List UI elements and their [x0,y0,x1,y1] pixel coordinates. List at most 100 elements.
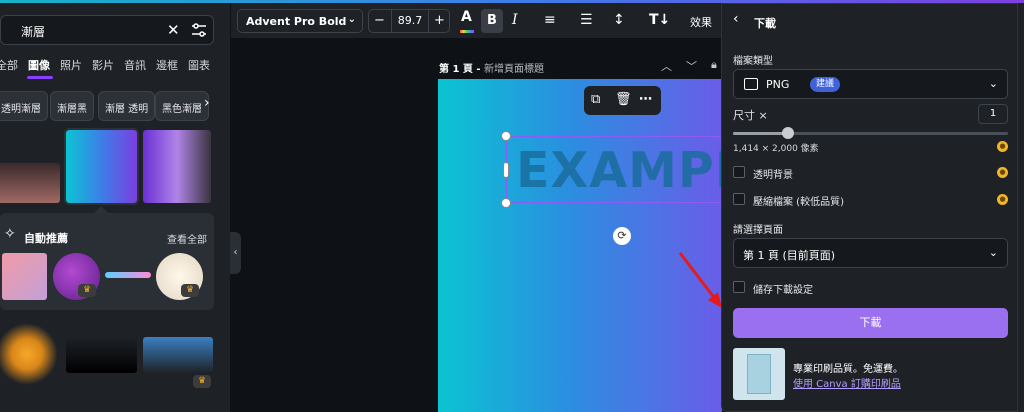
auto-recommend-section: ✧ 自動推薦 查看全部 ♛ ♛ [0,213,214,310]
trash-icon[interactable]: 🗑︎ [615,92,632,107]
chevron-down-icon: ⌄ [988,77,998,90]
page-number: 第 1 頁 - [439,64,485,75]
search-input[interactable]: 漸層 ✕ [0,15,214,45]
gradient-glow-thumbnail[interactable] [0,323,58,385]
text-size-icon[interactable]: T↓ [649,12,670,28]
download-panel: ‹ 下載 檔案類型 PNG 建議 ⌄ 尺寸 × 1 1,414 × 2,000 … [721,3,1018,412]
chevron-down-icon: ⌄ [988,246,998,259]
back-arrow-icon[interactable]: ‹ [733,11,739,27]
gradient-thumbnail-selected[interactable] [64,128,139,205]
section-title: 自動推薦 [24,232,68,245]
dimensions-text: 1,414 × 2,000 像素 [733,144,819,154]
panel-edge [1018,3,1024,412]
text-color-swatch [460,30,474,33]
rotate-icon[interactable]: ⟳ [613,227,631,245]
file-type-label: 檔案類型 [733,56,773,67]
page-title-input[interactable]: 新增頁面標題 [484,64,544,75]
gradient-line-thumbnail[interactable] [105,272,151,278]
increase-font-button[interactable]: + [434,13,445,28]
category-tabs: 全部 圖像 照片 影片 音訊 邊框 圖表 [0,55,230,77]
transparent-bg-checkbox[interactable] [733,166,745,178]
pages-select[interactable]: 第 1 頁 (目前頁面) ⌄ [733,238,1008,268]
chevron-down-icon[interactable]: ﹀ [686,58,697,74]
chevron-down-icon: ⌄ [347,14,356,25]
gradient-thumbnail[interactable] [66,337,137,373]
italic-button[interactable]: I [512,12,518,28]
suggestion-chip[interactable]: 漸層 透明 [98,91,156,121]
suggestion-chip[interactable]: 黑色漸層 [155,91,209,121]
resize-handle[interactable] [501,131,511,141]
compress-checkbox[interactable] [733,193,745,205]
gradient-thumbnail[interactable] [143,337,213,373]
text-color-icon[interactable]: A [461,9,472,25]
crown-icon: ♛ [193,375,211,388]
size-slider[interactable] [733,127,1008,139]
gradient-thumbnail[interactable] [2,253,47,300]
collapse-panel-handle[interactable]: ‹ [230,232,241,274]
resize-handle[interactable] [503,162,509,178]
list-icon[interactable]: ☰ [580,12,593,28]
tab-videos[interactable]: 影片 [92,57,114,73]
pro-coin-icon: ● [997,194,1008,205]
order-print-link[interactable]: 使用 Canva 訂購印刷品 [793,375,901,390]
image-icon [744,78,758,90]
red-arrow-annotation [678,252,722,308]
pages-value: 第 1 頁 (目前頁面) [743,249,836,262]
font-size-input[interactable]: 89.7 [391,10,429,32]
gradient-thumbnail[interactable] [0,163,60,203]
line-spacing-icon[interactable]: ↕ [613,12,625,28]
lock-icon[interactable]: 🔒︎ [711,58,717,72]
duplicate-icon[interactable]: ⧉ [591,92,600,107]
recommended-badge: 建議 [810,77,841,92]
slider-knob[interactable] [782,127,794,139]
file-type-select[interactable]: PNG 建議 ⌄ [733,69,1008,99]
page-label: 第 1 頁 - 新增頁面標題 [439,60,544,75]
compress-label: 壓縮檔案 (較低品質) [753,197,844,208]
chevron-up-icon[interactable]: ︿ [661,58,672,74]
selection-box [506,136,722,203]
active-tab-indicator [27,76,53,79]
font-name: Advent Pro Bold [246,15,347,28]
slider-fill [733,132,788,135]
size-input[interactable]: 1 [978,104,1008,124]
suggestion-chip[interactable]: 漸層黑 [50,91,94,121]
design-canvas[interactable] [438,79,722,412]
see-all-link[interactable]: 查看全部 [167,231,207,246]
font-selector[interactable]: Advent Pro Bold ⌄ [237,9,363,33]
sparkle-icon: ✧ [4,226,16,242]
transparent-bg-label: 透明背景 [753,170,793,181]
align-center-icon[interactable]: ≡ [544,12,556,28]
tab-audio[interactable]: 音訊 [124,57,146,73]
chevron-right-icon[interactable]: › [204,95,210,111]
text-toolbar: Advent Pro Bold ⌄ − 89.7 + A B I ≡ ☰ ↕ T… [231,3,721,38]
save-settings-checkbox[interactable] [733,281,745,293]
tab-graphics[interactable]: 圖像 [28,57,50,73]
tab-frames[interactable]: 邊框 [156,57,178,73]
effects-button[interactable]: 效果 [690,14,712,30]
panel-title: 下載 [754,17,776,30]
crown-icon: ♛ [181,284,199,297]
select-pages-label: 請選擇頁面 [733,225,783,236]
close-icon[interactable]: ✕ [167,21,180,39]
search-input-value[interactable]: 漸層 [21,23,45,40]
selection-pointer [94,206,108,213]
decrease-font-button[interactable]: − [374,13,385,28]
pro-coin-icon: ● [997,141,1008,152]
resize-handle[interactable] [501,198,511,208]
tab-charts[interactable]: 圖表 [188,57,210,73]
crown-icon: ♛ [78,284,96,297]
gradient-thumbnail[interactable] [143,130,211,203]
save-settings-label: 儲存下載設定 [753,285,813,296]
tab-all[interactable]: 全部 [0,57,18,73]
size-label: 尺寸 × [733,109,768,122]
more-icon[interactable]: ⋯ [639,92,652,107]
file-type-value: PNG [766,78,790,91]
bold-button[interactable]: B [481,9,503,33]
print-promo-image [733,348,785,400]
download-button[interactable]: 下載 [733,308,1008,338]
tab-photos[interactable]: 照片 [60,57,82,73]
suggestion-chip[interactable]: 透明漸層 [0,91,48,121]
filter-icon[interactable] [191,22,207,41]
promo-text: 專業印刷品質。免運費。 [793,364,903,375]
font-size-stepper[interactable]: − 89.7 + [368,9,450,33]
